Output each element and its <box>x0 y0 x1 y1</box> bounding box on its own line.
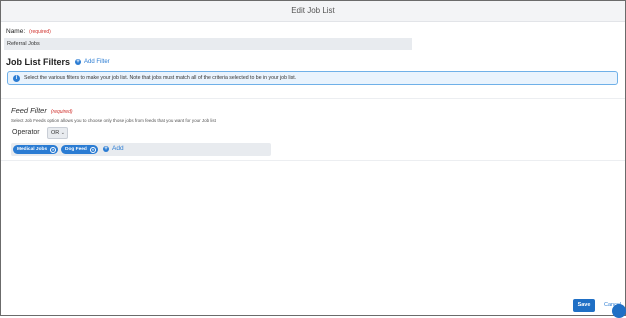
add-feed-label: Add <box>112 145 124 152</box>
name-label: Name: (required) <box>6 28 51 35</box>
feed-tag-label: Medical Jobs <box>17 147 48 152</box>
chevron-down-icon: ⌄ <box>60 130 65 136</box>
feed-filter-description: Select Job Feeds option allows you to ch… <box>11 118 216 123</box>
dialog-header: Edit Job List <box>1 1 625 22</box>
job-list-filters-title: Job List Filters <box>6 57 71 67</box>
feed-tag[interactable]: Medical Jobs × <box>13 145 59 154</box>
operator-select[interactable]: OR ⌄ <box>47 127 68 139</box>
close-circle-icon[interactable]: × <box>89 146 96 153</box>
save-button[interactable]: Save <box>573 299 595 312</box>
feed-filter-title-text: Feed Filter <box>11 106 47 115</box>
add-filter-label: Add Filter <box>84 59 110 65</box>
feed-tag-label: Dog Feed <box>65 147 87 152</box>
name-input[interactable]: Referral Jobs <box>4 38 412 50</box>
name-label-text: Name: <box>6 28 26 35</box>
section-divider <box>1 160 625 161</box>
feed-filter-title: Feed Filter (required) <box>11 106 73 115</box>
close-circle-icon[interactable]: × <box>50 146 57 153</box>
feed-tags-input[interactable]: Medical Jobs × Dog Feed × + Add <box>11 143 271 156</box>
section-divider <box>1 98 625 99</box>
feed-filter-required-indicator: (required) <box>50 109 73 115</box>
feed-tag[interactable]: Dog Feed × <box>61 145 98 154</box>
add-feed-button[interactable]: + Add <box>103 145 124 152</box>
operator-select-value: OR <box>51 130 60 136</box>
plus-circle-icon: + <box>103 145 109 152</box>
edit-job-list-dialog: Edit Job List Name: (required) Referral J… <box>0 0 626 316</box>
filters-info-text: Select the various filters to make your … <box>24 75 297 81</box>
add-filter-button[interactable]: + Add Filter <box>75 59 110 65</box>
operator-label: Operator <box>12 129 40 136</box>
name-required-indicator: (required) <box>29 29 51 35</box>
filters-info-alert: i Select the various filters to make you… <box>7 71 618 85</box>
plus-circle-icon: + <box>75 59 81 65</box>
info-icon: i <box>13 75 20 82</box>
dialog-title: Edit Job List <box>291 6 335 15</box>
